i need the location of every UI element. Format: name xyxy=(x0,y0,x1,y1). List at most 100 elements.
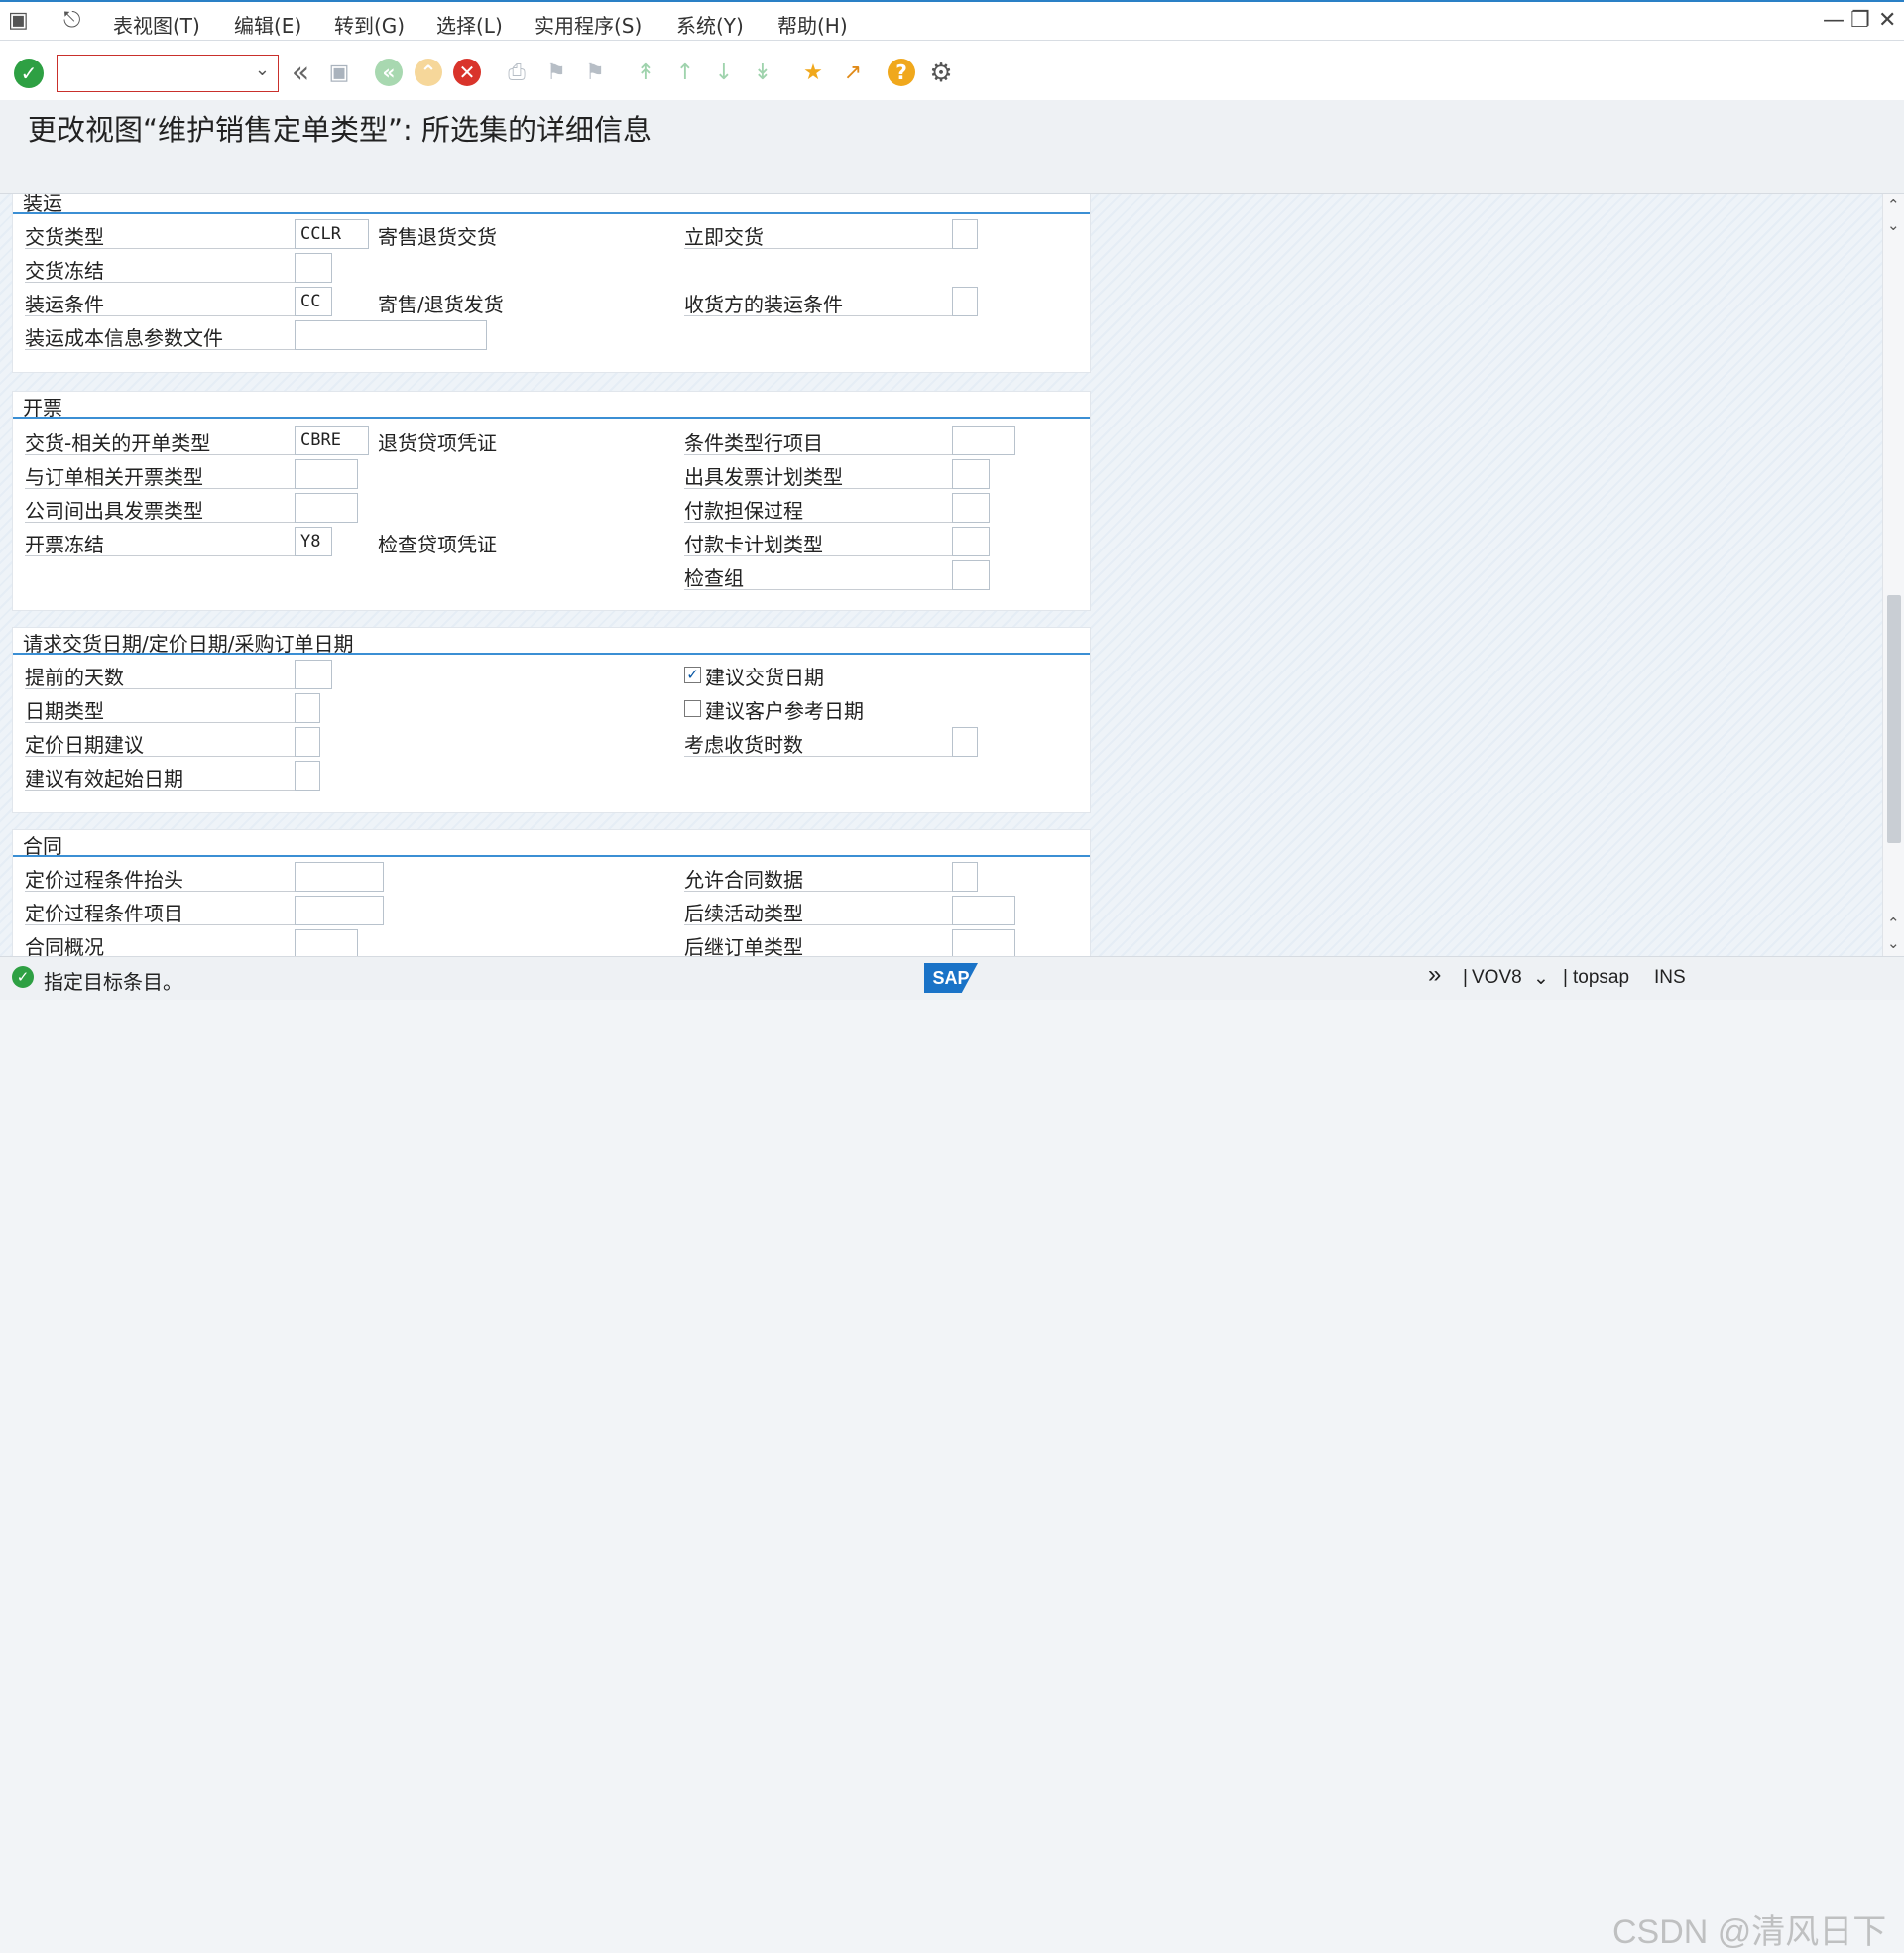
condition-type-line-item-label: 条件类型行项目 xyxy=(684,431,823,455)
billing-block-field[interactable] xyxy=(295,527,332,556)
next-page-icon[interactable]: ↓ xyxy=(709,59,739,88)
follow-up-activity-type-field[interactable] xyxy=(952,896,1015,925)
pricing-date-proposal-field[interactable] xyxy=(295,727,320,757)
command-field[interactable]: ⌄ xyxy=(57,55,279,92)
menu-goto[interactable]: 转到(G) xyxy=(334,10,405,39)
detail-area: 装运 交货类型 寄售退货交货 立即交货 交货冻结 装运条件 寄售/退货发货 收货… xyxy=(0,194,1882,956)
check-group-label: 检查组 xyxy=(684,566,744,590)
menu-system[interactable]: 系统(Y) xyxy=(676,10,744,39)
delivery-block-label: 交货冻结 xyxy=(25,259,104,283)
separator: | xyxy=(1463,967,1468,988)
intercompany-billing-type-label: 公司间出具发票类型 xyxy=(25,499,203,523)
cancel-icon[interactable]: ✕ xyxy=(453,59,481,86)
restore-icon[interactable]: ❐ xyxy=(1850,8,1870,33)
consignment-return-delivery-label: 寄售退货交货 xyxy=(378,225,497,249)
command-input[interactable] xyxy=(61,60,244,89)
expand-status-icon[interactable]: » xyxy=(1428,961,1441,989)
last-page-icon[interactable]: ↡ xyxy=(748,59,777,88)
scroll-down-fast-icon[interactable]: ⌃ xyxy=(1887,915,1900,932)
contract-data-allowed-field[interactable] xyxy=(952,862,978,892)
pricing-proc-header-label: 定价过程条件抬头 xyxy=(25,868,183,892)
separator: | xyxy=(1563,967,1568,988)
check-group-field[interactable] xyxy=(952,560,990,590)
billing-plan-type-label: 出具发票计划类型 xyxy=(684,465,843,489)
chevron-down-icon[interactable]: ⌄ xyxy=(255,60,270,80)
scroll-up-fast-icon[interactable]: ⌄ xyxy=(1887,216,1900,234)
order-billing-type-label: 与订单相关开票类型 xyxy=(25,465,203,489)
order-billing-type-field[interactable] xyxy=(295,459,358,489)
exit-icon[interactable]: ⌃ xyxy=(415,59,442,86)
ship-to-shipping-conditions-field[interactable] xyxy=(952,287,978,316)
pricing-proc-item-field[interactable] xyxy=(295,896,384,925)
delivery-billing-type-field[interactable] xyxy=(295,426,369,455)
propose-delivery-date-label: 建议交货日期 xyxy=(705,666,824,689)
shortcut-icon[interactable]: ↗ xyxy=(838,59,868,88)
chevron-down-icon[interactable]: ⌄ xyxy=(1533,967,1549,990)
contract-group: 合同 定价过程条件抬头 允许合同数据 定价过程条件项目 后续活动类型 合同概况 … xyxy=(12,829,1091,956)
menu-table-view[interactable]: 表视图(T) xyxy=(113,10,200,39)
dates-group: 请求交货日期/定价日期/采购订单日期 提前的天数 ✓ 建议交货日期 日期类型 建… xyxy=(12,627,1091,813)
shipping-group: 装运 交货类型 寄售退货交货 立即交货 交货冻结 装运条件 寄售/退货发货 收货… xyxy=(12,194,1091,373)
immediate-delivery-field[interactable] xyxy=(952,219,978,249)
contract-profile-field[interactable] xyxy=(295,929,358,956)
card-plan-type-label: 付款卡计划类型 xyxy=(684,533,823,556)
scroll-up-icon[interactable]: ⌃ xyxy=(1887,196,1900,214)
subsequent-order-type-field[interactable] xyxy=(952,929,1015,956)
double-left-icon[interactable]: « xyxy=(286,59,315,88)
settings-icon[interactable]: ⚙ xyxy=(926,59,956,88)
scroll-down-icon[interactable]: ⌄ xyxy=(1887,934,1900,952)
return-credit-memo-label: 退货贷项凭证 xyxy=(378,431,497,455)
create-session-icon[interactable]: ★ xyxy=(798,59,828,88)
delivery-block-field[interactable] xyxy=(295,253,332,283)
back-icon[interactable]: « xyxy=(375,59,403,86)
billing-block-label: 开票冻结 xyxy=(25,533,104,556)
pricing-proc-header-field[interactable] xyxy=(295,862,384,892)
menu-selection[interactable]: 选择(L) xyxy=(436,10,503,39)
lead-time-days-label: 提前的天数 xyxy=(25,666,124,689)
help-icon[interactable]: ? xyxy=(888,59,915,86)
shipping-cost-profile-field[interactable] xyxy=(295,320,487,350)
pricing-proc-item-label: 定价过程条件项目 xyxy=(25,902,183,925)
save-icon[interactable]: ▣ xyxy=(324,59,354,88)
date-type-field[interactable] xyxy=(295,693,320,723)
print-icon[interactable]: ⎙ xyxy=(502,59,532,88)
find-icon[interactable]: ⚑ xyxy=(541,59,571,88)
menu-icon[interactable]: ▣ xyxy=(8,8,29,33)
condition-type-line-item-field[interactable] xyxy=(952,426,1015,455)
payment-guarantee-field[interactable] xyxy=(952,493,990,523)
intercompany-billing-type-field[interactable] xyxy=(295,493,358,523)
status-bar: ✓ 指定目标条目。 SAP » | VOV8 ⌄ | topsap INS CS… xyxy=(0,956,1904,1951)
propose-valid-from-field[interactable] xyxy=(295,761,320,791)
lead-time-days-field[interactable] xyxy=(295,660,332,689)
status-message[interactable]: 指定目标条目。 xyxy=(44,966,182,995)
contract-profile-label: 合同概况 xyxy=(25,935,104,956)
immediate-delivery-label: 立即交货 xyxy=(684,225,764,249)
minimize-icon[interactable]: — xyxy=(1823,8,1844,33)
menu-utilities[interactable]: 实用程序(S) xyxy=(535,10,642,39)
find-next-icon[interactable]: ⚑ xyxy=(580,59,610,88)
consider-receiving-times-field[interactable] xyxy=(952,727,978,757)
close-icon[interactable]: ✕ xyxy=(1878,8,1896,33)
check-credit-memo-label: 检查贷项凭证 xyxy=(378,533,497,556)
consider-receiving-times-label: 考虑收货时数 xyxy=(684,733,803,757)
vertical-scrollbar[interactable]: ⌃ ⌄ ⌃ ⌄ xyxy=(1882,194,1904,956)
menu-help[interactable]: 帮助(H) xyxy=(777,10,848,39)
delivery-billing-type-label: 交货-相关的开单类型 xyxy=(25,431,211,455)
check-icon[interactable]: ✓ xyxy=(14,59,44,88)
card-plan-type-field[interactable] xyxy=(952,527,990,556)
menu-edit[interactable]: 编辑(E) xyxy=(234,10,301,39)
layout-icon[interactable]: ⎋ xyxy=(63,8,80,33)
pricing-date-proposal-label: 定价日期建议 xyxy=(25,733,144,757)
previous-page-icon[interactable]: ↑ xyxy=(670,59,700,88)
billing-plan-type-field[interactable] xyxy=(952,459,990,489)
shipping-conditions-field[interactable] xyxy=(295,287,332,316)
date-type-label: 日期类型 xyxy=(25,699,104,723)
propose-customer-ref-date-checkbox[interactable] xyxy=(684,700,701,717)
scroll-thumb[interactable] xyxy=(1887,595,1901,843)
delivery-type-field[interactable] xyxy=(295,219,369,249)
payment-guarantee-label: 付款担保过程 xyxy=(684,499,803,523)
propose-delivery-date-checkbox[interactable]: ✓ xyxy=(684,667,701,683)
delivery-type-label: 交货类型 xyxy=(25,225,104,249)
input-mode[interactable]: INS xyxy=(1654,967,1686,989)
first-page-icon[interactable]: ↟ xyxy=(631,59,660,88)
